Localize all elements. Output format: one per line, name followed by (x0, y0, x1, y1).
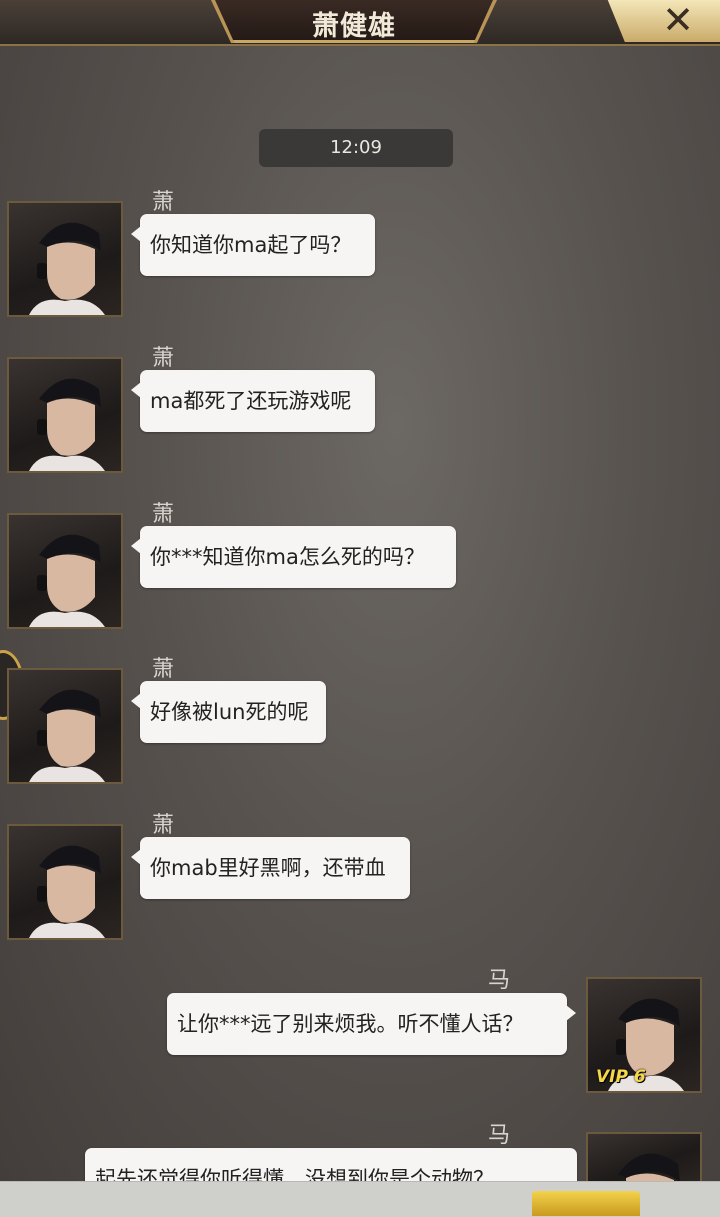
avatar[interactable] (7, 513, 123, 629)
portrait-icon (29, 689, 105, 782)
avatar[interactable] (7, 668, 123, 784)
portrait-icon (29, 378, 105, 471)
portrait-icon (29, 845, 105, 938)
portrait-icon (29, 222, 105, 315)
message-bubble[interactable]: 你mab里好黑啊，还带血 (131, 837, 410, 899)
avatar[interactable] (7, 824, 123, 940)
message-timestamp: 12:09 (259, 129, 453, 167)
chat-title: 萧健雄 (312, 11, 396, 42)
message-bubble[interactable]: ma都死了还玩游戏呢 (131, 370, 375, 432)
vip-badge: VIP 6 (596, 1067, 646, 1087)
message-bubble[interactable]: 你***知道你ma怎么死的吗？ (131, 526, 456, 588)
message-bubble[interactable]: 起先还觉得你听得懂，没想到你是个动物？ (85, 1148, 577, 1181)
message-bubble[interactable]: 好像被lun死的呢 (131, 681, 326, 743)
avatar[interactable]: VIP 6 (586, 977, 702, 1093)
portrait-icon (29, 534, 105, 627)
avatar[interactable] (586, 1132, 702, 1185)
close-icon[interactable]: ✕ (655, 0, 701, 41)
message-bubble[interactable]: 你知道你ma起了吗？ (131, 214, 375, 276)
avatar[interactable] (7, 357, 123, 473)
send-button[interactable] (532, 1191, 640, 1216)
avatar[interactable] (7, 201, 123, 317)
portrait-icon (618, 1153, 680, 1183)
message-bubble[interactable]: 让你***远了别来烦我。听不懂人话？ (167, 993, 576, 1055)
